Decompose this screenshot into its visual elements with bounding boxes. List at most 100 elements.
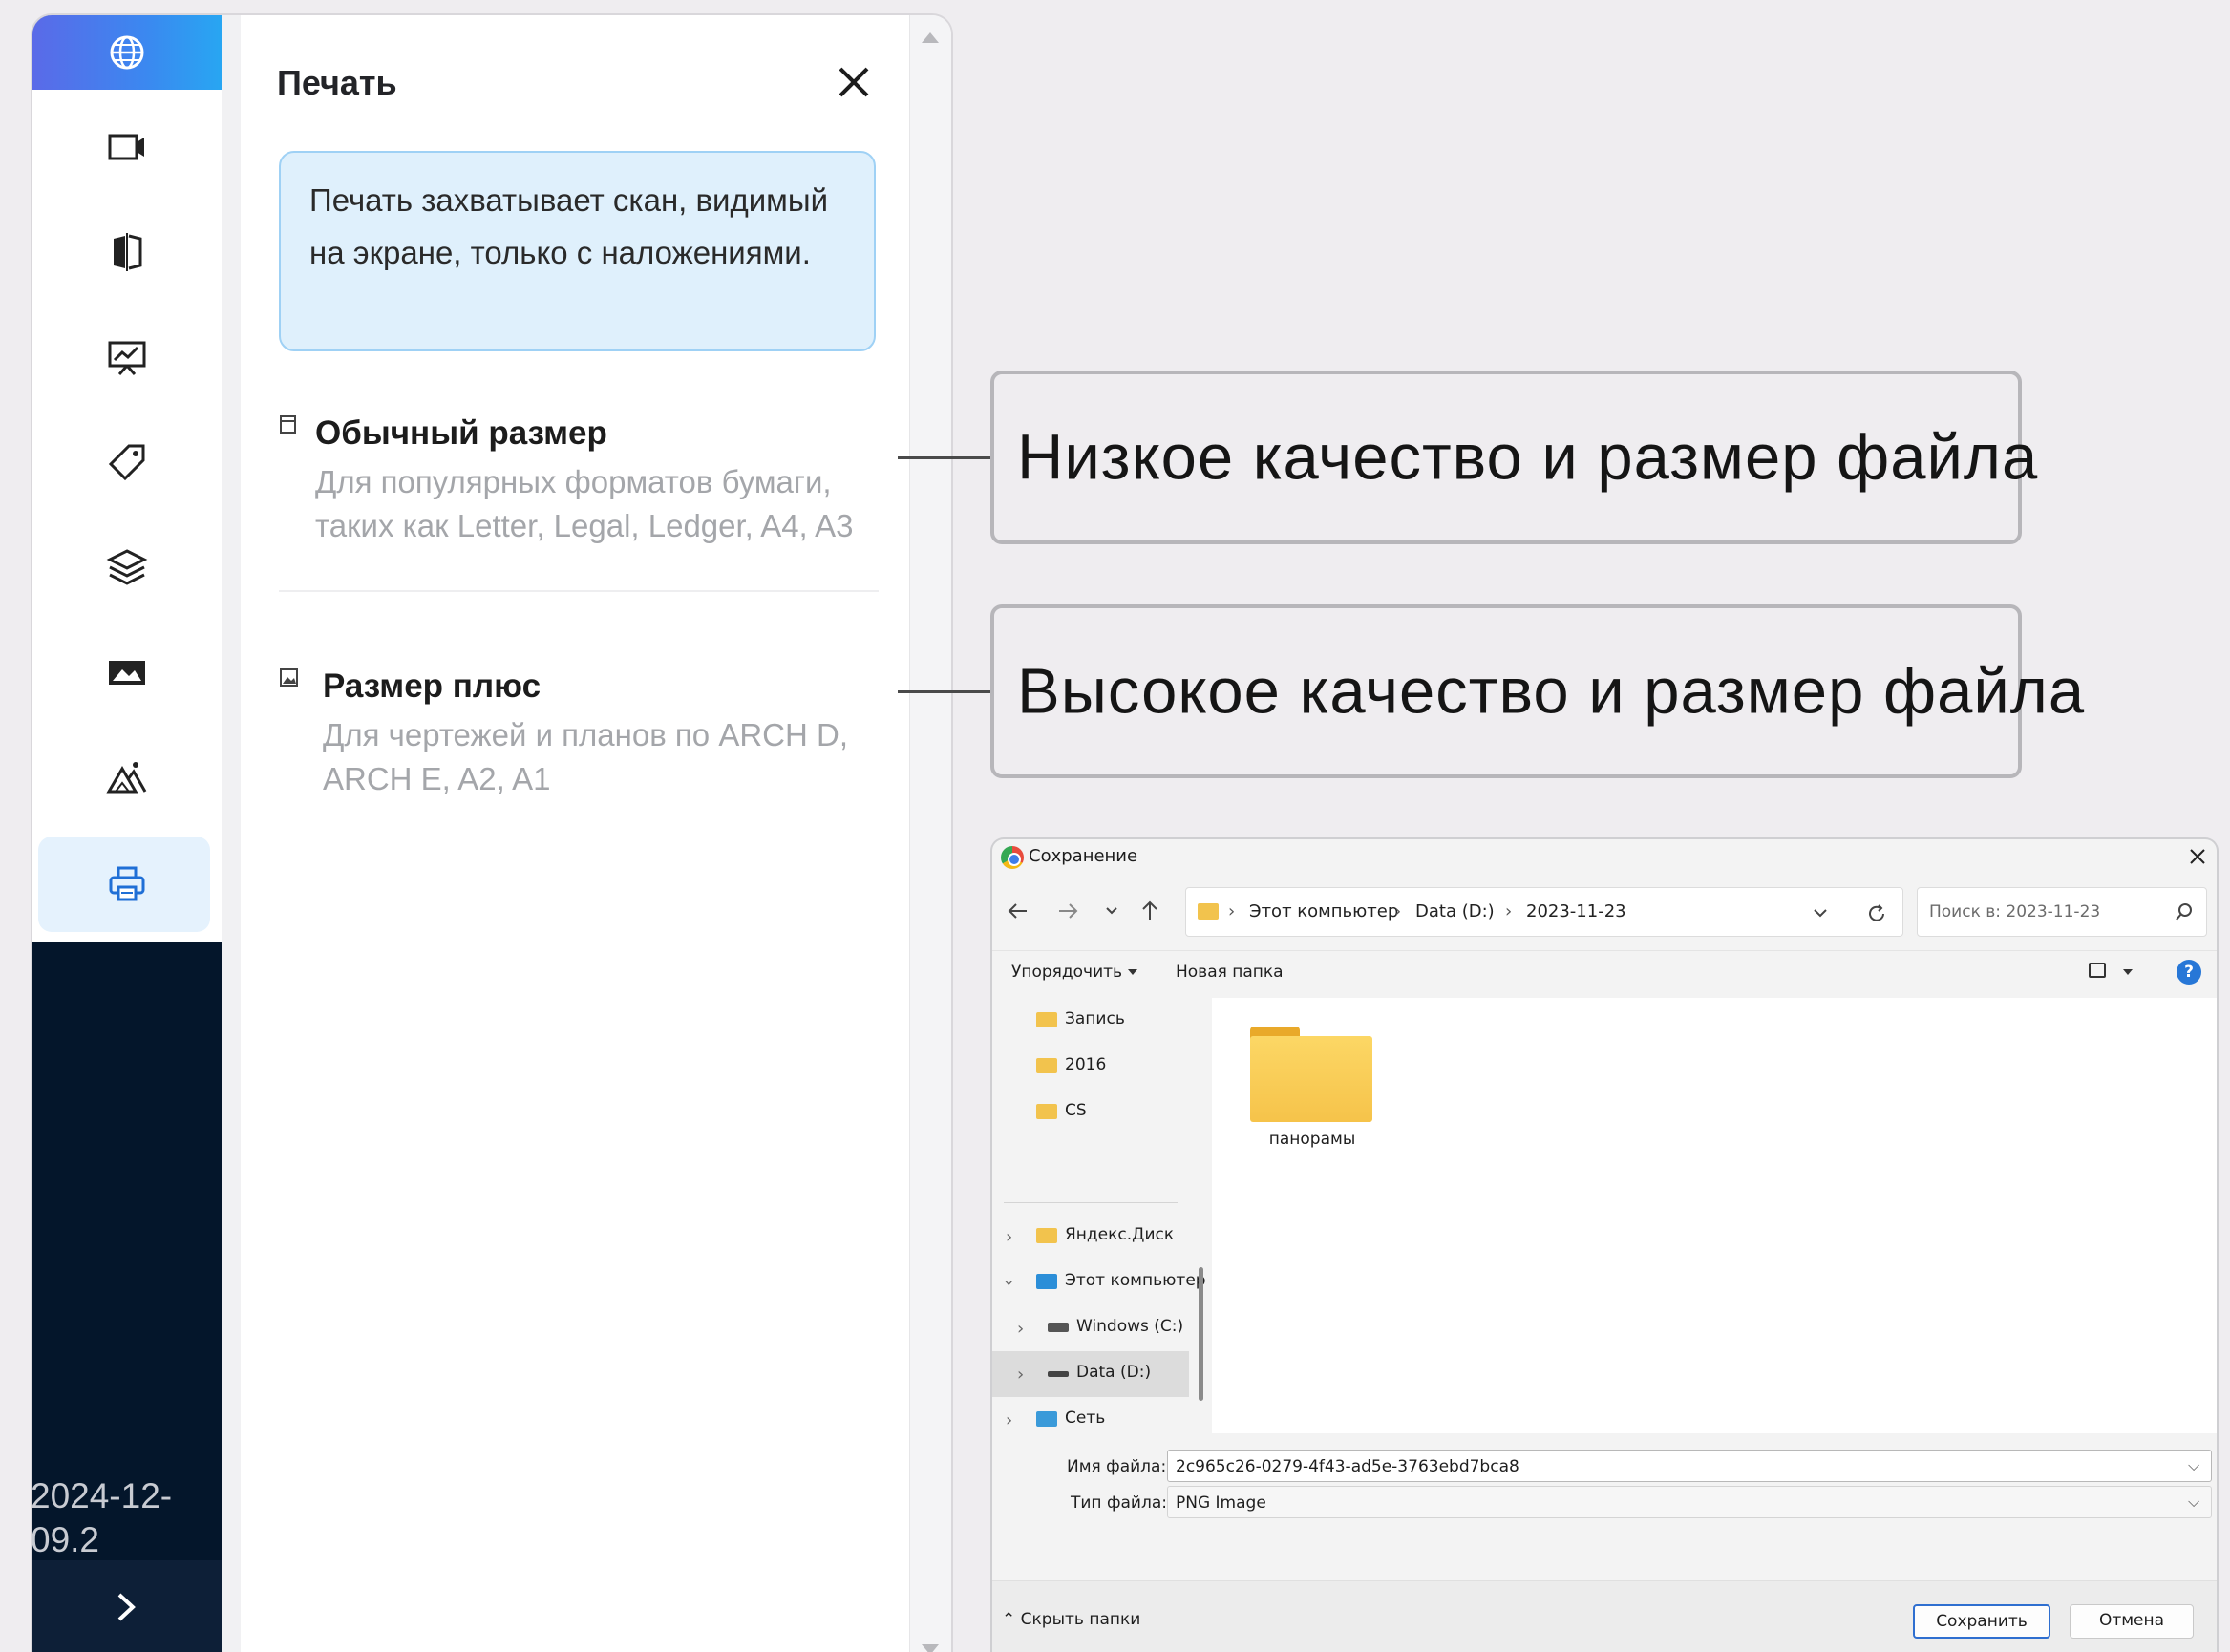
option-description: Для популярных форматов бумаги,: [315, 464, 832, 499]
back-arrow-icon[interactable]: [1004, 897, 1032, 925]
organize-button[interactable]: Упорядочить: [1011, 963, 1138, 982]
computer-icon: [1036, 1274, 1057, 1289]
image-icon: [279, 667, 298, 688]
tree-item[interactable]: CS: [992, 1090, 1189, 1135]
chevron-down-icon[interactable]: ⌵: [2188, 1456, 2199, 1475]
browser-logo-icon: [1001, 846, 1024, 869]
caret-down-icon[interactable]: [2123, 969, 2133, 975]
save-button[interactable]: Сохранить: [1913, 1604, 2050, 1639]
search-input[interactable]: Поиск в: 2023-11-23: [1917, 887, 2207, 937]
chevron-down-icon[interactable]: [1809, 901, 1832, 924]
filename-row: Имя файла: 2c965c26-0279-4f43-ad5e-3763e…: [992, 1450, 2217, 1484]
video-camera-icon[interactable]: [32, 99, 222, 195]
standard-size-option[interactable]: Обычный размер Для популярных форматов б…: [279, 407, 890, 560]
chevron-right-icon[interactable]: ›: [1017, 1319, 1024, 1339]
callout-low-quality: Низкое качество и размер файла: [990, 371, 2037, 544]
filetype-value: PNG Image: [1176, 1493, 1266, 1513]
tree-item[interactable]: › Этот компьютер: [992, 1260, 1205, 1305]
folder-icon[interactable]: [1250, 1027, 1372, 1124]
printer-icon[interactable]: [32, 837, 222, 932]
hide-folders-button[interactable]: ⌃ Скрыть папки: [1002, 1610, 1140, 1629]
folder-icon: [1198, 903, 1219, 920]
compare-icon[interactable]: [32, 204, 222, 300]
chevron-right-icon[interactable]: ›: [1017, 1365, 1024, 1385]
tree-item[interactable]: › Сеть: [992, 1397, 1189, 1443]
tree-item[interactable]: 2016: [992, 1044, 1189, 1090]
sidebar: 2024-12- 09.2: [32, 15, 222, 1652]
tree-item[interactable]: Запись: [992, 998, 1189, 1044]
folder-icon: [1036, 1058, 1057, 1073]
folder-icon: [1036, 1012, 1057, 1027]
option-description: ARCH E, A2, A1: [323, 761, 551, 796]
terrain-icon[interactable]: [32, 730, 222, 825]
up-arrow-icon[interactable]: [1136, 897, 1164, 925]
network-icon: [1036, 1411, 1057, 1427]
breadcrumb-item[interactable]: 2023-11-23: [1526, 901, 1626, 921]
save-dialog: Сохранение › Этот компьютер › Data (D:) …: [990, 837, 2219, 1652]
scroll-down-arrow[interactable]: [922, 1644, 939, 1652]
info-message: Печать захватывает скан, видимый на экра…: [279, 151, 876, 351]
search-placeholder: Поиск в: 2023-11-23: [1929, 902, 2101, 921]
drive-icon: [1048, 1323, 1069, 1332]
close-icon[interactable]: [2186, 845, 2209, 868]
tree-item-label: 2016: [1065, 1055, 1107, 1074]
search-icon[interactable]: [2174, 901, 2195, 922]
forward-arrow-icon[interactable]: [1053, 897, 1082, 925]
caret-down-icon: [1128, 969, 1138, 975]
breadcrumb-item[interactable]: Data (D:): [1415, 901, 1495, 921]
new-folder-button[interactable]: Новая папка: [1176, 963, 1284, 982]
drive-icon: [1048, 1371, 1069, 1377]
tree-item-label: Data (D:): [1076, 1363, 1152, 1382]
chevron-right-icon[interactable]: ›: [1006, 1227, 1012, 1247]
tag-icon[interactable]: [32, 414, 222, 510]
size-plus-option[interactable]: Размер плюс Для чертежей и планов по ARC…: [279, 660, 890, 813]
tree-item[interactable]: › Яндекс.Диск: [992, 1214, 1189, 1260]
tree-scrollbar[interactable]: [1199, 1267, 1203, 1401]
refresh-icon[interactable]: [1864, 901, 1889, 926]
option-description: Для чертежей и планов по ARCH D,: [323, 717, 848, 752]
help-icon[interactable]: ?: [2177, 960, 2201, 985]
view-mode-icon[interactable]: [2089, 963, 2106, 978]
divider: [1004, 1202, 1178, 1203]
tree-item[interactable]: › Windows (C:): [992, 1305, 1189, 1351]
tree-item-selected[interactable]: › Data (D:): [992, 1351, 1189, 1397]
tree-item-label: Запись: [1065, 1009, 1125, 1028]
filetype-label: Тип файла:: [1071, 1493, 1167, 1513]
divider: [279, 590, 879, 592]
chevron-right-icon[interactable]: ›: [1006, 1410, 1012, 1430]
callout-text: Высокое качество и размер файла: [1017, 655, 2086, 728]
presentation-icon[interactable]: [32, 309, 222, 405]
cancel-button[interactable]: Отмена: [2070, 1604, 2194, 1639]
filename-input[interactable]: 2c965c26-0279-4f43-ad5e-3763ebd7bca8 ⌵: [1167, 1450, 2212, 1482]
dialog-title: Сохранение: [1029, 846, 1138, 866]
folder-name[interactable]: панорамы: [1248, 1130, 1376, 1149]
breadcrumb-item[interactable]: Этот компьютер: [1249, 901, 1398, 921]
layers-icon[interactable]: [32, 519, 222, 615]
globe-icon[interactable]: [32, 15, 222, 90]
filetype-row: Тип файла: PNG Image ⌵: [992, 1486, 2217, 1520]
chevron-down-icon[interactable]: ⌵: [2188, 1493, 2199, 1512]
address-bar[interactable]: › Этот компьютер › Data (D:) › 2023-11-2…: [1185, 887, 1903, 937]
scroll-up-arrow[interactable]: [922, 32, 939, 43]
image-icon[interactable]: [32, 625, 222, 720]
close-icon[interactable]: [835, 63, 873, 101]
recent-chevron-down-icon[interactable]: [1097, 897, 1126, 925]
tree-item-label: Windows (C:): [1076, 1317, 1184, 1336]
panel-gutter: [222, 15, 241, 1652]
callout-high-quality: Высокое качество и размер файла: [990, 604, 2084, 778]
print-panel: Печать Печать захватывает скан, видимый …: [241, 15, 909, 1652]
cloud-folder-icon: [1036, 1228, 1057, 1243]
option-title: Размер плюс: [323, 667, 542, 705]
navigation-tree: Запись 2016 CS › Яндекс.Диск › Этот комп…: [992, 998, 1206, 1433]
tree-item-label: Сеть: [1065, 1408, 1106, 1428]
navigation-bar: › Этот компьютер › Data (D:) › 2023-11-2…: [992, 885, 2217, 937]
scrollbar[interactable]: [909, 15, 951, 1652]
chevron-down-icon[interactable]: ›: [999, 1280, 1019, 1286]
hide-folders-label: Скрыть папки: [1020, 1610, 1141, 1629]
tree-item-label: Яндекс.Диск: [1065, 1225, 1175, 1244]
chevron-right-icon[interactable]: [32, 1560, 222, 1652]
option-title: Обычный размер: [315, 414, 607, 452]
filetype-select[interactable]: PNG Image ⌵: [1167, 1486, 2212, 1518]
app-window: 2024-12- 09.2 Печать Печать захватывает …: [31, 13, 953, 1652]
dialog-footer: ⌃ Скрыть папки Сохранить Отмена: [992, 1580, 2217, 1652]
